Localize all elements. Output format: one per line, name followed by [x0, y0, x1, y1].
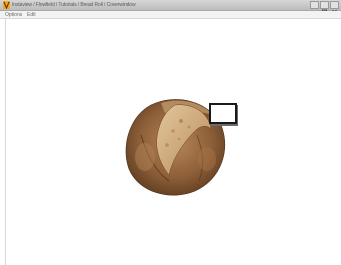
menu-bar: Options Edit — [0, 11, 341, 19]
minimize-icon — [311, 2, 318, 14]
close-icon — [331, 2, 338, 15]
minimize-button[interactable] — [310, 1, 319, 14]
title-bar[interactable]: Instaview / Flowfield / Tutorials / Brea… — [0, 0, 341, 15]
menu-item-options[interactable]: Options — [5, 11, 22, 19]
app-icon — [3, 1, 10, 9]
window-controls — [310, 1, 339, 15]
canvas-left-border — [5, 19, 6, 265]
maximize-icon — [321, 2, 328, 15]
window-title: Instaview / Flowfield / Tutorials / Brea… — [12, 2, 136, 8]
annotation-box[interactable] — [209, 103, 237, 124]
maximize-button[interactable] — [320, 1, 329, 15]
close-button[interactable] — [330, 1, 339, 15]
application-window: Instaview / Flowfield / Tutorials / Brea… — [0, 0, 341, 265]
menu-item-edit[interactable]: Edit — [27, 11, 36, 19]
